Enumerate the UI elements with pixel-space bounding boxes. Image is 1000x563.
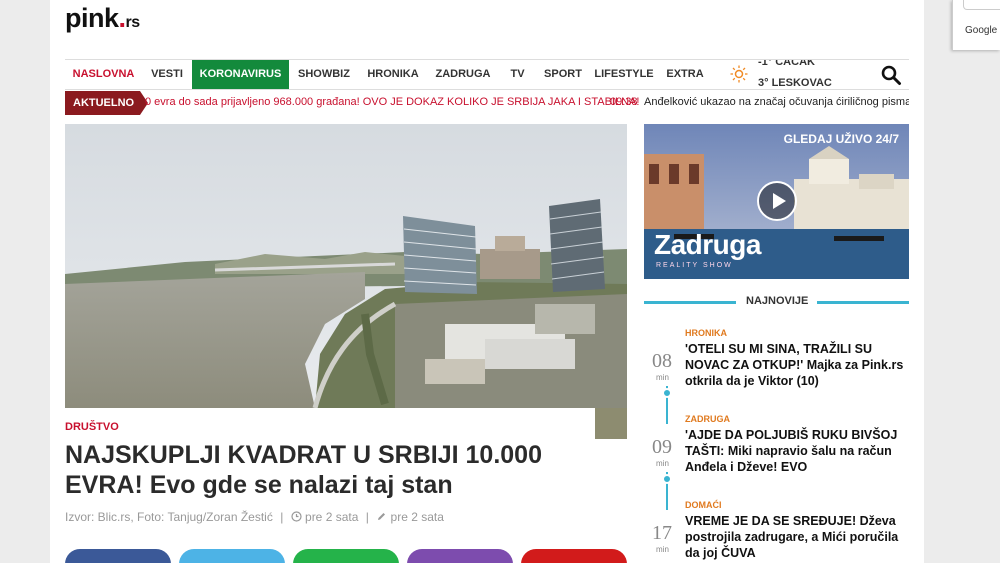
main-nav: NASLOVNA VESTI KORONAVIRUS SHOWBIZ HRONI… — [65, 59, 909, 90]
ticker-item[interactable]: 0 evra do sada prijavljeno 968.000 građa… — [145, 96, 639, 108]
item-category[interactable]: ZADRUGA — [685, 414, 730, 424]
timeline-dot — [662, 388, 672, 398]
site-logo[interactable]: pink.rs — [65, 3, 140, 34]
live-brand: Zadruga — [654, 229, 761, 260]
article-category[interactable]: DRUŠTVO — [65, 421, 119, 433]
item-title[interactable]: 'OTELI SU MI SINA, TRAŽILI SU NOVAC ZA O… — [685, 341, 905, 389]
play-icon — [773, 193, 786, 209]
ticker-item[interactable]: Anđelković ukazao na značaj očuvanja ćir… — [644, 96, 909, 108]
page: pink.rs NASLOVNA VESTI KORONAVIRUS SHOWB… — [50, 0, 924, 563]
heading-rule — [644, 301, 736, 304]
article-meta: Izvor: Blic.rs, Foto: Tanjug/Zoran Žesti… — [65, 510, 444, 524]
list-item[interactable]: 09 min ZADRUGA 'AJDE DA POLJUBIŠ RUKU BI… — [644, 404, 909, 490]
news-ticker: AKTUELNO 0 evra do sada prijavljeno 968.… — [65, 91, 909, 115]
nav-item-naslovna[interactable]: NASLOVNA — [65, 60, 142, 89]
article-posted: pre 2 sata — [305, 510, 359, 524]
nav-item-extra[interactable]: EXTRA — [658, 60, 712, 89]
live-label: GLEDAJ UŽIVO 24/7 — [783, 132, 899, 146]
hero-image-edge — [595, 408, 627, 439]
item-minutes: 08 — [652, 350, 672, 372]
nav-item-koronavirus[interactable]: KORONAVIRUS — [192, 60, 289, 89]
weather-line-2: 3° LESKOVAC — [758, 77, 832, 89]
meta-divider: | — [280, 510, 284, 524]
nav-item-showbiz[interactable]: SHOWBIZ — [289, 60, 359, 89]
share-viber-button[interactable] — [407, 549, 513, 563]
latest-heading: NAJNOVIJE — [644, 293, 909, 311]
nav-item-sport[interactable]: SPORT — [536, 60, 590, 89]
latest-label: NAJNOVIJE — [746, 295, 809, 307]
article-headline[interactable]: NAJSKUPLJI KVADRAT U SRBIJI 10.000 EVRA!… — [65, 440, 595, 500]
pencil-icon — [378, 513, 386, 520]
nav-item-vesti[interactable]: VESTI — [142, 60, 192, 89]
article-source: Izvor: Blic.rs, Foto: Tanjug/Zoran Žesti… — [65, 510, 273, 524]
item-unit: min — [656, 459, 669, 468]
item-title[interactable]: 'AJDE DA POLJUBIŠ RUKU BIVŠOJ TAŠTI: Mik… — [685, 427, 905, 475]
ticker-time: 09:38 — [610, 96, 638, 108]
google-translate-widget[interactable]: Google T — [952, 0, 1000, 50]
timeline-dot — [662, 474, 672, 484]
item-unit: min — [656, 373, 669, 382]
share-email-button[interactable] — [521, 549, 627, 563]
translate-label: Google T — [965, 25, 1000, 36]
article-edited: pre 2 sata — [390, 510, 444, 524]
weather-line-1: -1° ČAČAK — [758, 60, 815, 68]
hero-image[interactable] — [65, 124, 627, 408]
item-unit: min — [656, 545, 669, 554]
list-item[interactable]: 17 min DOMAĆI VREME JE DA SE SREĐUJE! Dž… — [644, 490, 909, 563]
logo-dot: . — [118, 3, 127, 33]
search-icon[interactable] — [880, 64, 902, 86]
logo-main: pink — [65, 3, 119, 33]
live-stream-banner[interactable]: GLEDAJ UŽIVO 24/7 Zadruga REALITY SHOW — [644, 124, 909, 279]
list-item[interactable]: 08 min HRONIKA 'OTELI SU MI SINA, TRAŽIL… — [644, 318, 909, 404]
nav-item-zadruga[interactable]: ZADRUGA — [427, 60, 499, 89]
share-facebook-button[interactable] — [65, 549, 171, 563]
translate-tab — [963, 0, 1000, 10]
live-subtitle: REALITY SHOW — [656, 262, 733, 269]
ticker-label: AKTUELNO — [65, 91, 148, 115]
nav-item-hronika[interactable]: HRONIKA — [359, 60, 427, 89]
item-category[interactable]: HRONIKA — [685, 328, 727, 338]
item-title[interactable]: VREME JE DA SE SREĐUJE! Dževa postrojila… — [685, 513, 905, 561]
logo-tld: rs — [125, 14, 141, 31]
meta-divider: | — [365, 510, 369, 524]
heading-rule — [817, 301, 909, 304]
share-whatsapp-button[interactable] — [293, 549, 399, 563]
item-minutes: 17 — [652, 522, 672, 544]
item-category[interactable]: DOMAĆI — [685, 500, 722, 510]
share-twitter-button[interactable] — [179, 549, 285, 563]
sun-icon — [730, 65, 748, 83]
item-minutes: 09 — [652, 436, 672, 458]
weather-widget[interactable]: -1° ČAČAK 3° LESKOVAC — [730, 60, 845, 89]
clock-icon — [291, 511, 302, 522]
play-button[interactable] — [757, 181, 797, 221]
nav-item-lifestyle[interactable]: LIFESTYLE — [590, 60, 658, 89]
nav-item-tv[interactable]: TV — [499, 60, 536, 89]
city-photo — [65, 124, 627, 408]
